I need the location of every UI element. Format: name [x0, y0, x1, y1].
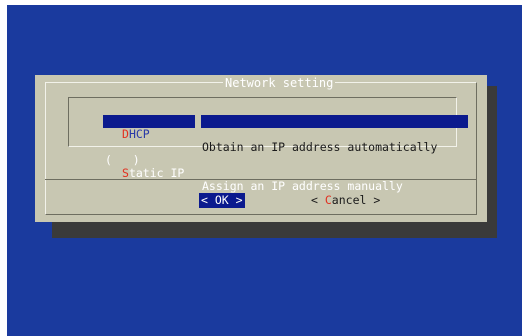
option-tag-rest: tatic IP [128, 166, 185, 180]
cancel-prefix: < [311, 193, 325, 207]
option-tag-rest: HCP [128, 127, 150, 141]
cancel-rest: ancel > [331, 193, 381, 207]
dialog-shadow-bottom [52, 222, 497, 238]
selection-highlight [201, 115, 468, 128]
option-static-ip[interactable]: ( ) Static IP Assign an IP address manua… [75, 115, 468, 193]
option-description-dhcp: Obtain an IP address automatically [202, 140, 438, 154]
network-setting-dialog: Network setting ( * ) DHCP Obtain an IP … [35, 75, 487, 222]
hotkey-letter: C [324, 193, 332, 207]
ok-button[interactable]: < OK > [199, 193, 245, 208]
option-dhcp[interactable]: ( * ) DHCP Obtain an IP address automati… [75, 102, 461, 154]
dialog-shadow-side [486, 86, 497, 238]
dialog-title: Network setting [223, 76, 336, 90]
option-description-static-ip: Assign an IP address manually [202, 179, 403, 193]
hotkey-letter: D [122, 127, 129, 141]
selection-highlight [103, 115, 195, 128]
button-separator [45, 179, 477, 180]
cancel-button[interactable]: < Cancel > [311, 193, 380, 208]
option-tag-dhcp: DHCP [122, 128, 150, 141]
hotkey-letter: S [122, 166, 129, 180]
